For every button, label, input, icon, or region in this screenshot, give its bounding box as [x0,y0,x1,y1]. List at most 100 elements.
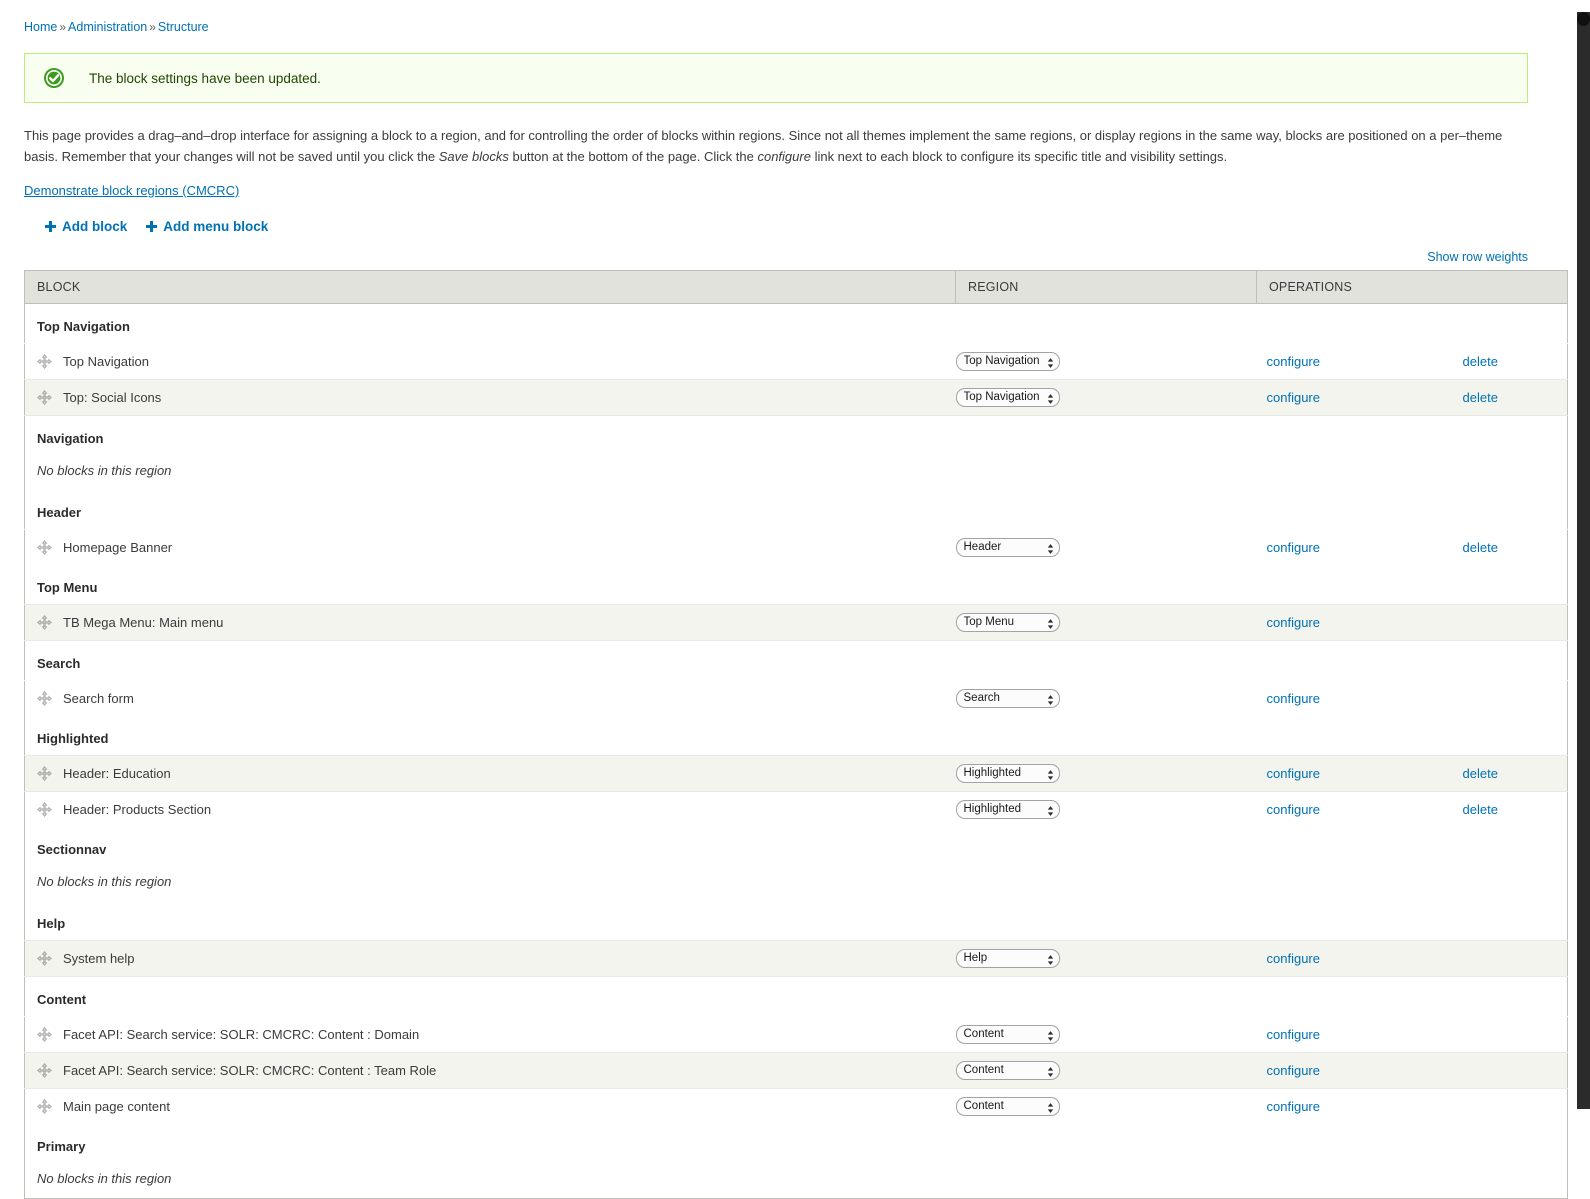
delete-link[interactable]: delete [1463,354,1498,369]
configure-link[interactable]: configure [1267,1063,1320,1078]
delete-link[interactable]: delete [1463,766,1498,781]
region-select[interactable]: Top Navigation [955,388,1060,407]
delete-link[interactable]: delete [1463,540,1498,555]
drag-handle-icon[interactable] [37,766,52,781]
configure-slot: configure [1267,691,1463,706]
operations-cell: configure delete [1256,755,1568,792]
region-cell: Highlighted [955,791,1257,827]
drag-handle-icon[interactable] [37,1027,52,1042]
block-label: Homepage Banner [63,540,173,555]
block-cell: Header: Education [24,755,956,792]
block-cell: Top Navigation [24,343,956,380]
configure-link[interactable]: configure [1267,1099,1320,1114]
drag-handle-icon[interactable] [37,951,52,966]
region-title-row: Highlighted [24,716,1568,756]
region-select[interactable]: Top Menu [955,613,1060,632]
table-row[interactable]: Facet API: Search service: SOLR: CMCRC: … [24,1016,1568,1053]
configure-link[interactable]: configure [1267,951,1320,966]
table-row[interactable]: Facet API: Search service: SOLR: CMCRC: … [24,1052,1568,1089]
page-scrollbar[interactable] [1577,12,1590,1109]
configure-link[interactable]: configure [1267,354,1320,369]
region-select[interactable]: Content [955,1025,1060,1044]
region-select[interactable]: Highlighted [955,764,1060,783]
block-label: Top Navigation [63,354,149,369]
table-row[interactable]: Header: Education Highlighted configure del… [24,755,1568,792]
region-cell: Content [955,1052,1257,1089]
configure-slot: configure [1267,1027,1463,1042]
region-select[interactable]: Header [955,538,1060,557]
region-cell: Search [955,680,1257,716]
region-title: Highlighted [24,716,1568,756]
drag-handle-icon[interactable] [37,1063,52,1078]
action-links: Add block Add menu block [24,219,1552,234]
operations-cell: configure delete [1256,343,1568,380]
show-row-weights-link[interactable]: Show row weights [1427,250,1528,264]
table-row[interactable]: Homepage Banner Header configure delete [24,529,1568,565]
add-block-link[interactable]: Add block [45,219,127,234]
block-cell: Header: Products Section [24,791,956,827]
configure-link[interactable]: configure [1267,390,1320,405]
table-row[interactable]: TB Mega Menu: Main menu Top Menu configure [24,604,1568,641]
column-header-block: BLOCK [24,270,956,304]
region-select[interactable]: Content [955,1061,1060,1080]
region-cell: Top Menu [955,604,1257,641]
delete-slot: delete [1463,540,1498,555]
empty-region-row: No blocks in this region [24,866,1568,901]
region-title: Content [24,976,1568,1017]
region-cell: Top Navigation [955,343,1257,380]
region-title: Sectionnav [24,827,1568,866]
plus-icon [146,221,158,232]
region-cell: Content [955,1088,1257,1124]
add-menu-block-link[interactable]: Add menu block [146,219,268,234]
status-message: The block settings have been updated. [24,53,1528,103]
configure-link[interactable]: configure [1267,1027,1320,1042]
demonstrate-block-regions-link[interactable]: Demonstrate block regions (CMCRC) [24,183,239,198]
block-cell: Main page content [24,1088,956,1124]
drag-handle-icon[interactable] [37,802,52,817]
region-select[interactable]: Content [955,1097,1060,1116]
region-select[interactable]: Help [955,949,1060,968]
block-cell: TB Mega Menu: Main menu [24,604,956,641]
breadcrumb-item-administration[interactable]: Administration [68,20,147,34]
block-cell: Facet API: Search service: SOLR: CMCRC: … [24,1052,956,1089]
configure-slot: configure [1267,354,1463,369]
configure-link[interactable]: configure [1267,691,1320,706]
table-row[interactable]: Main page content Content configure [24,1088,1568,1124]
region-cell: Top Navigation [955,379,1257,416]
configure-link[interactable]: configure [1267,802,1320,817]
page-description: This page provides a drag–and–drop inter… [24,125,1530,167]
drag-handle-icon[interactable] [37,390,52,405]
block-label: Main page content [63,1099,170,1114]
region-select[interactable]: Search [955,689,1060,708]
breadcrumb-item-home[interactable]: Home [24,20,57,34]
configure-link[interactable]: configure [1267,766,1320,781]
drag-handle-icon[interactable] [37,1099,52,1114]
operations-cell: configure [1256,1016,1568,1053]
description-emphasis-save-blocks: Save blocks [438,149,509,164]
scrollbar-thumb[interactable] [1577,12,1590,26]
region-select[interactable]: Highlighted [955,800,1060,819]
table-row[interactable]: Top: Social Icons Top Navigation configure… [24,379,1568,416]
region-cell: Highlighted [955,755,1257,792]
block-label: System help [63,951,135,966]
drag-handle-icon[interactable] [37,615,52,630]
drag-handle-icon[interactable] [37,354,52,369]
table-row[interactable]: Header: Products Section Highlighted confi… [24,791,1568,827]
region-select[interactable]: Top Navigation [955,352,1060,371]
delete-link[interactable]: delete [1463,802,1498,817]
blocks-table: BLOCK REGION OPERATIONS Top Navigation To… [24,270,1568,1199]
block-label: Header: Education [63,766,171,781]
operations-cell: configure delete [1256,529,1568,565]
breadcrumb-separator: » [59,20,67,34]
breadcrumb-item-structure[interactable]: Structure [158,20,209,34]
table-row[interactable]: Top Navigation Top Navigation configure del… [24,343,1568,380]
configure-link[interactable]: configure [1267,615,1320,630]
delete-link[interactable]: delete [1463,390,1498,405]
table-row[interactable]: Search form Search configure [24,680,1568,716]
region-cell: Header [955,529,1257,565]
drag-handle-icon[interactable] [37,540,52,555]
admin-blocks-page: Home» Administration» Structure The block … [0,0,1568,1199]
configure-link[interactable]: configure [1267,540,1320,555]
table-row[interactable]: System help Help configure [24,940,1568,977]
drag-handle-icon[interactable] [37,691,52,706]
